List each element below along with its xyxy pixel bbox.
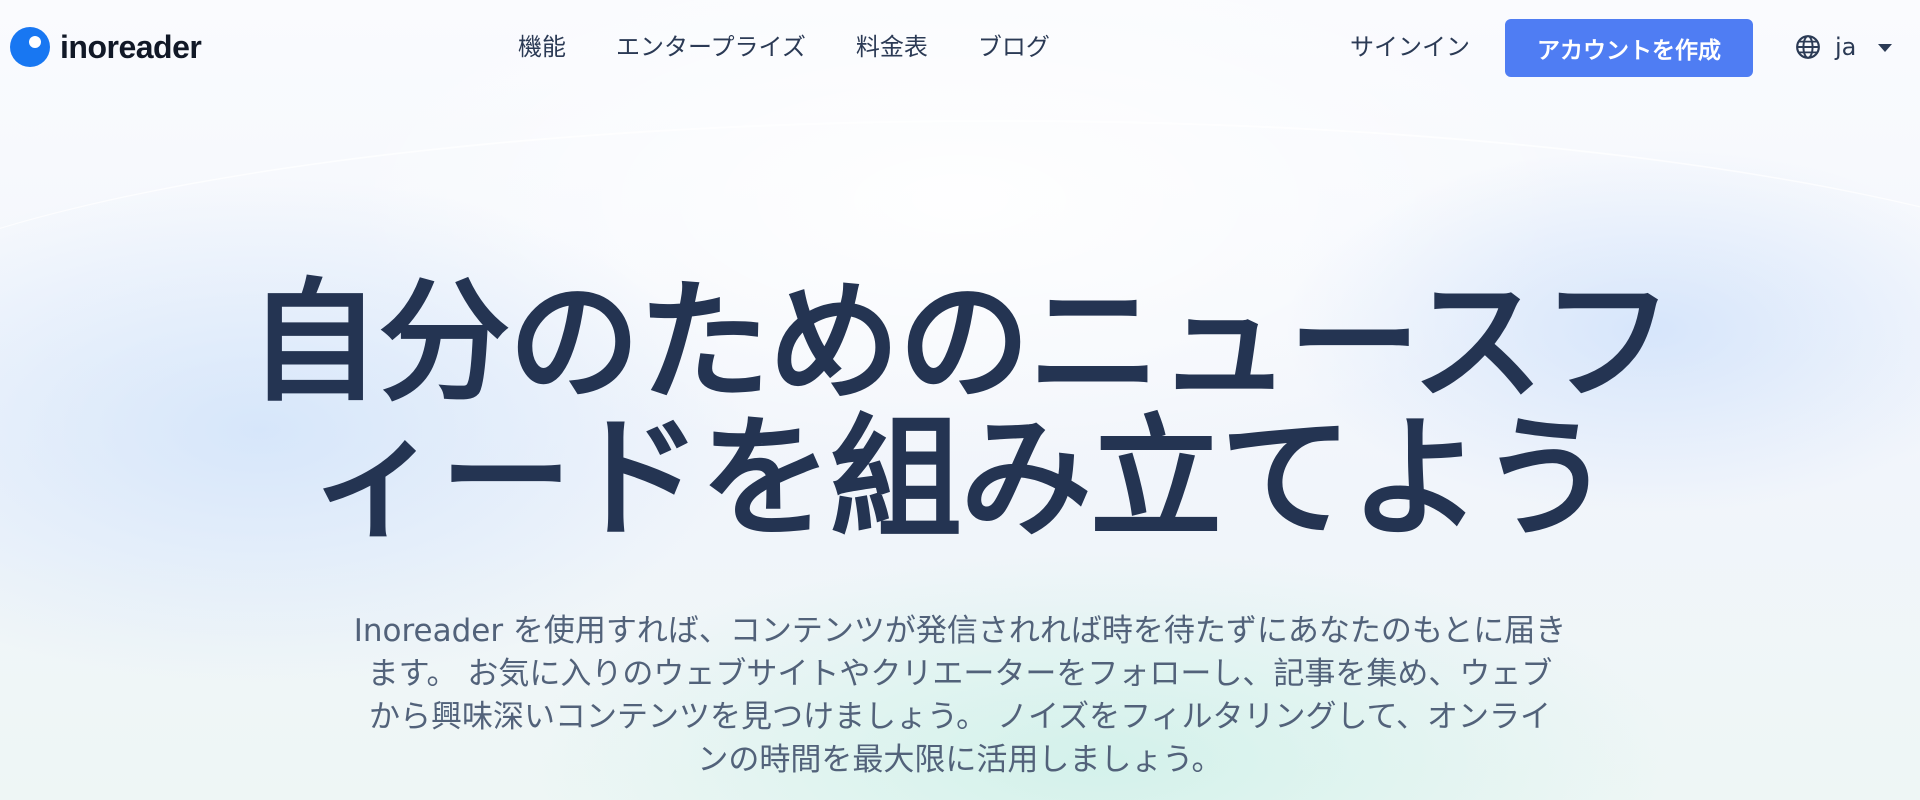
inoreader-logo-icon [10, 27, 50, 67]
globe-icon [1796, 35, 1820, 59]
nav-features[interactable]: 機能 [518, 28, 566, 66]
hero-subtitle: Inoreader を使用すれば、コンテンツが発信されれば時を待たずにあなたのも… [320, 610, 1600, 782]
hero-title: 自分のためのニュースフ ィードを組み立てよう [200, 275, 1720, 547]
signin-link[interactable]: サインイン [1350, 28, 1470, 66]
create-account-button[interactable]: アカウントを作成 [1505, 19, 1753, 77]
hero-subtitle-line: から興味深いコンテンツを見つけましょう。 ノイズをフィルタリングして、オンライ [369, 699, 1551, 735]
hero-subtitle-line: ます。 お気に入りのウェブサイトやクリエーターをフォローし、記事を集め、ウェブ [367, 656, 1553, 692]
language-code: ja [1835, 33, 1857, 61]
nav-pricing[interactable]: 料金表 [856, 28, 928, 66]
logo[interactable]: inoreader [10, 26, 202, 68]
hero-subtitle-line: ンの時間を最大限に活用しましょう。 [697, 742, 1223, 778]
caret-down-icon [1878, 44, 1893, 52]
nav-enterprise[interactable]: エンタープライズ [616, 28, 806, 66]
hero-title-line: ィードを組み立てよう [310, 402, 1612, 556]
language-selector[interactable]: ja [1795, 33, 1893, 61]
logo-text: inoreader [60, 28, 202, 65]
hero-subtitle-line: Inoreader を使用すれば、コンテンツが発信されれば時を待たずにあなたのも… [353, 613, 1567, 649]
site-header: inoreader 機能 エンタープライズ 料金表 ブログ サインイン アカウン… [0, 0, 1920, 96]
hero-title-line: 自分のためのニュースフ [248, 266, 1673, 420]
nav-blog[interactable]: ブログ [978, 28, 1050, 66]
main-nav: 機能 エンタープライズ 料金表 ブログ [518, 28, 1100, 66]
